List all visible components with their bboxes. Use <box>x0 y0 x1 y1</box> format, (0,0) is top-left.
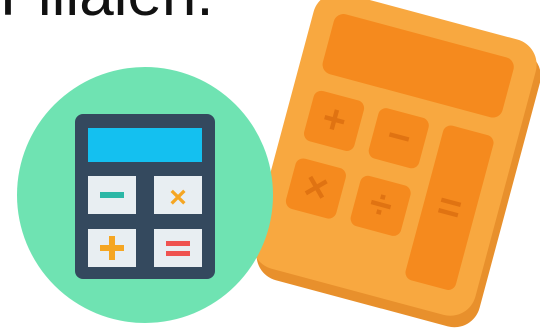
green-calculator-icon: × <box>17 67 273 323</box>
key-equals <box>154 229 202 267</box>
key-plus-glyph-v <box>109 236 115 260</box>
illustration: + − = × ÷ × <box>17 0 540 328</box>
key-times-glyph: × <box>169 181 187 214</box>
key-equals-glyph-bottom <box>166 251 190 256</box>
calculator-display <box>88 128 202 162</box>
key-equals-glyph-top <box>166 241 190 246</box>
key-minus-glyph <box>100 192 124 198</box>
orange-calculator-icon: + − = × ÷ <box>252 0 540 328</box>
